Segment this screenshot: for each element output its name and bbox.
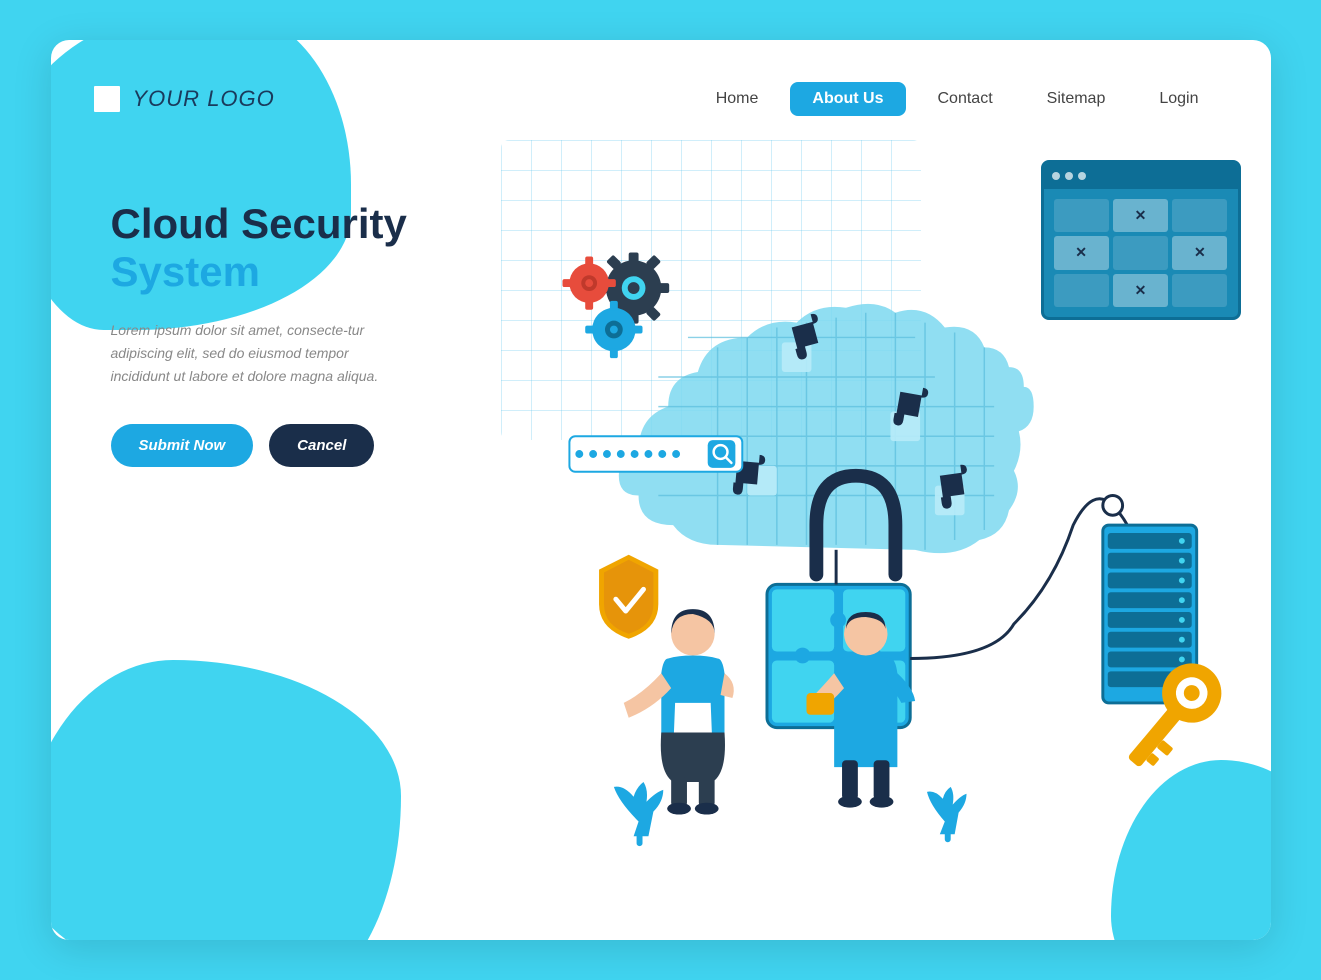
nav-about-us[interactable]: About Us xyxy=(790,82,905,116)
submit-button[interactable]: Submit Now xyxy=(111,424,254,467)
gears-group xyxy=(562,252,669,358)
main-illustration-svg xyxy=(421,130,1271,940)
main-content: Cloud Security System Lorem ipsum dolor … xyxy=(51,130,1271,940)
page-card: YOUR LOGO Home About Us Contact Sitemap … xyxy=(51,40,1271,940)
navigation: Home About Us Contact Sitemap Login xyxy=(694,82,1221,116)
hero-title-line1: Cloud Security xyxy=(111,200,421,248)
illustration-panel: ✕ ✕ ✕ ✕ xyxy=(421,130,1271,940)
search-bar xyxy=(569,436,742,472)
hero-title-line2: System xyxy=(111,248,421,296)
person-left xyxy=(623,609,733,814)
nav-sitemap[interactable]: Sitemap xyxy=(1025,82,1128,116)
logo-text: YOUR LOGO xyxy=(133,86,275,112)
nav-contact[interactable]: Contact xyxy=(916,82,1015,116)
left-panel: Cloud Security System Lorem ipsum dolor … xyxy=(51,130,421,940)
nav-home[interactable]: Home xyxy=(694,82,781,116)
header: YOUR LOGO Home About Us Contact Sitemap … xyxy=(51,40,1271,130)
logo: YOUR LOGO xyxy=(91,83,275,115)
hero-description: Lorem ipsum dolor sit amet, consecte-tur… xyxy=(111,319,401,388)
shield-icon xyxy=(599,555,658,639)
plant-left xyxy=(613,782,662,846)
plant-right xyxy=(927,787,967,842)
cancel-button[interactable]: Cancel xyxy=(269,424,374,467)
button-group: Submit Now Cancel xyxy=(111,424,421,467)
logo-square-icon xyxy=(91,83,123,115)
nav-login[interactable]: Login xyxy=(1137,82,1220,116)
cloud-group xyxy=(618,304,1033,553)
